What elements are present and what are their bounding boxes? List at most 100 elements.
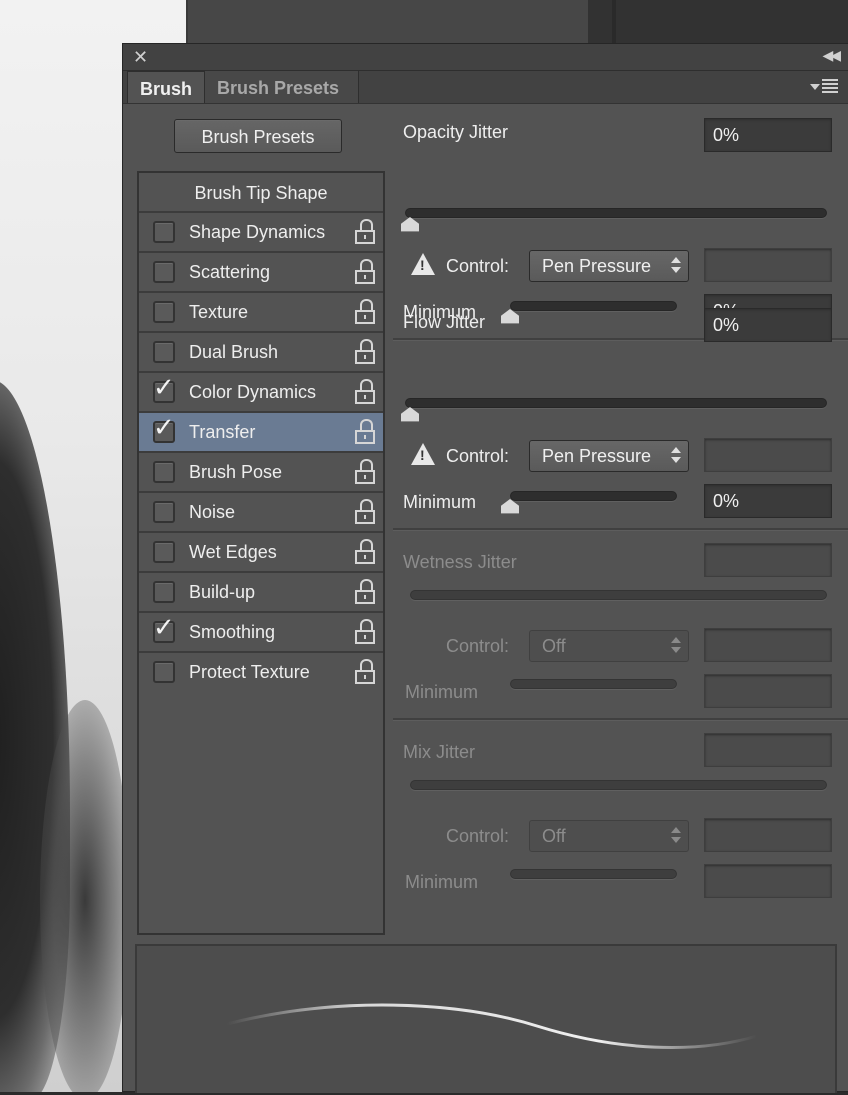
mix-minimum-field	[704, 864, 832, 898]
flow-control-select[interactable]: Pen Pressure	[529, 440, 689, 472]
mix-control-label: Control:	[446, 826, 510, 846]
list-item-shape-dynamics[interactable]: Shape Dynamics	[139, 213, 383, 253]
list-item-label: Protect Texture	[189, 662, 310, 682]
checkbox[interactable]	[153, 301, 175, 323]
panel-menu-icon[interactable]	[810, 79, 840, 97]
brush-presets-button[interactable]: Brush Presets	[174, 119, 342, 153]
opacity-minimum-slider[interactable]	[510, 301, 677, 311]
unlock-icon[interactable]	[355, 259, 375, 285]
list-item-label: Noise	[189, 502, 236, 522]
mix-minimum-slider	[510, 869, 677, 879]
unlock-icon[interactable]	[355, 339, 375, 365]
flow-jitter-field[interactable]: 0%	[704, 308, 832, 342]
unlock-icon[interactable]	[355, 459, 375, 485]
brush-stroke-preview	[135, 944, 837, 1093]
list-item-label: Shape Dynamics	[189, 222, 326, 242]
wetness-control-label: Control:	[446, 636, 510, 656]
list-item-smoothing[interactable]: ✓ Smoothing	[139, 613, 383, 653]
section-divider	[393, 528, 848, 531]
unlock-icon[interactable]	[355, 499, 375, 525]
checkbox[interactable]: ✓	[153, 413, 175, 443]
unlock-icon[interactable]	[355, 539, 375, 565]
stroke-preview-graphic	[225, 1003, 759, 1049]
close-icon[interactable]: ✕	[133, 46, 148, 68]
opacity-control-field	[704, 248, 832, 282]
mix-jitter-slider	[410, 780, 827, 790]
checkbox[interactable]	[153, 221, 175, 243]
brush-tip-shape-item[interactable]: Brush Tip Shape	[139, 173, 383, 213]
tab-brush-presets[interactable]: Brush Presets	[205, 71, 359, 103]
unlock-icon[interactable]	[355, 219, 375, 245]
stepper-arrows-icon	[671, 257, 681, 275]
warning-icon: !	[411, 443, 435, 465]
double-chevron-icon[interactable]: ◀◀	[822, 47, 840, 64]
mix-control-field	[704, 818, 832, 852]
opacity-jitter-label: Opacity Jitter	[403, 122, 509, 142]
checkbox[interactable]	[153, 661, 175, 683]
checkbox[interactable]	[153, 461, 175, 483]
unlock-icon[interactable]	[355, 379, 375, 405]
checkmark-icon: ✓	[153, 413, 175, 443]
flow-jitter-slider[interactable]	[405, 398, 827, 408]
unlock-icon[interactable]	[355, 299, 375, 325]
list-item-build-up[interactable]: Build-up	[139, 573, 383, 613]
list-item-brush-pose[interactable]: Brush Pose	[139, 453, 383, 493]
checkbox[interactable]	[153, 541, 175, 563]
mix-control-select: Off	[529, 820, 689, 852]
opacity-control-select[interactable]: Pen Pressure	[529, 250, 689, 282]
checkbox[interactable]	[153, 501, 175, 523]
unlock-icon[interactable]	[355, 419, 375, 445]
transfer-settings: Opacity Jitter 0% ! Control: Pen Pressur…	[393, 103, 848, 943]
mix-jitter-label: Mix Jitter	[403, 742, 475, 762]
list-item-label: Dual Brush	[189, 342, 279, 362]
section-divider	[393, 718, 848, 721]
wetness-jitter-label: Wetness Jitter	[403, 552, 517, 572]
stepper-arrows-icon	[671, 637, 681, 655]
wetness-jitter-slider	[410, 590, 827, 600]
unlock-icon[interactable]	[355, 619, 375, 645]
mix-jitter-field	[704, 733, 832, 767]
checkbox[interactable]	[153, 261, 175, 283]
flow-minimum-slider[interactable]	[510, 491, 677, 501]
background-panel	[186, 0, 590, 44]
list-item-label: Smoothing	[189, 622, 276, 642]
opacity-jitter-field[interactable]: 0%	[704, 118, 832, 152]
list-item-texture[interactable]: Texture	[139, 293, 383, 333]
background-panel	[588, 0, 848, 44]
list-item-noise[interactable]: Noise	[139, 493, 383, 533]
brush-settings-list: Brush Tip Shape Shape Dynamics Scattering…	[137, 171, 385, 935]
list-item-scattering[interactable]: Scattering	[139, 253, 383, 293]
stepper-arrows-icon	[671, 827, 681, 845]
checkmark-icon: ✓	[153, 613, 175, 643]
list-item-transfer[interactable]: ✓ Transfer	[139, 413, 383, 453]
checkbox[interactable]: ✓	[153, 613, 175, 643]
mix-control-value: Off	[542, 826, 566, 846]
wetness-control-select: Off	[529, 630, 689, 662]
panel-separator	[612, 0, 616, 44]
list-item-wet-edges[interactable]: Wet Edges	[139, 533, 383, 573]
flow-control-value: Pen Pressure	[542, 446, 652, 466]
flow-minimum-field[interactable]: 0%	[704, 484, 832, 518]
wetness-jitter-field	[704, 543, 832, 577]
opacity-jitter-slider[interactable]	[405, 208, 827, 218]
list-item-label: Texture	[189, 302, 249, 322]
wetness-minimum-label: Minimum	[405, 682, 479, 702]
panel-titlebar[interactable]: ✕ ◀◀	[123, 44, 848, 71]
checkbox[interactable]	[153, 581, 175, 603]
wetness-control-value: Off	[542, 636, 566, 656]
checkbox[interactable]: ✓	[153, 373, 175, 403]
checkbox[interactable]	[153, 341, 175, 363]
unlock-icon[interactable]	[355, 579, 375, 605]
list-item-label: Brush Pose	[189, 462, 283, 482]
flow-control-field	[704, 438, 832, 472]
tab-brush[interactable]: Brush	[127, 71, 205, 103]
list-item-label: Color Dynamics	[189, 382, 317, 402]
list-item-label: Wet Edges	[189, 542, 277, 562]
list-item-protect-texture[interactable]: Protect Texture	[139, 653, 383, 693]
checkmark-icon: ✓	[153, 373, 175, 403]
wetness-minimum-slider	[510, 679, 677, 689]
unlock-icon[interactable]	[355, 659, 375, 685]
list-item-dual-brush[interactable]: Dual Brush	[139, 333, 383, 373]
flow-jitter-label: Flow Jitter	[403, 312, 486, 332]
list-item-color-dynamics[interactable]: ✓ Color Dynamics	[139, 373, 383, 413]
